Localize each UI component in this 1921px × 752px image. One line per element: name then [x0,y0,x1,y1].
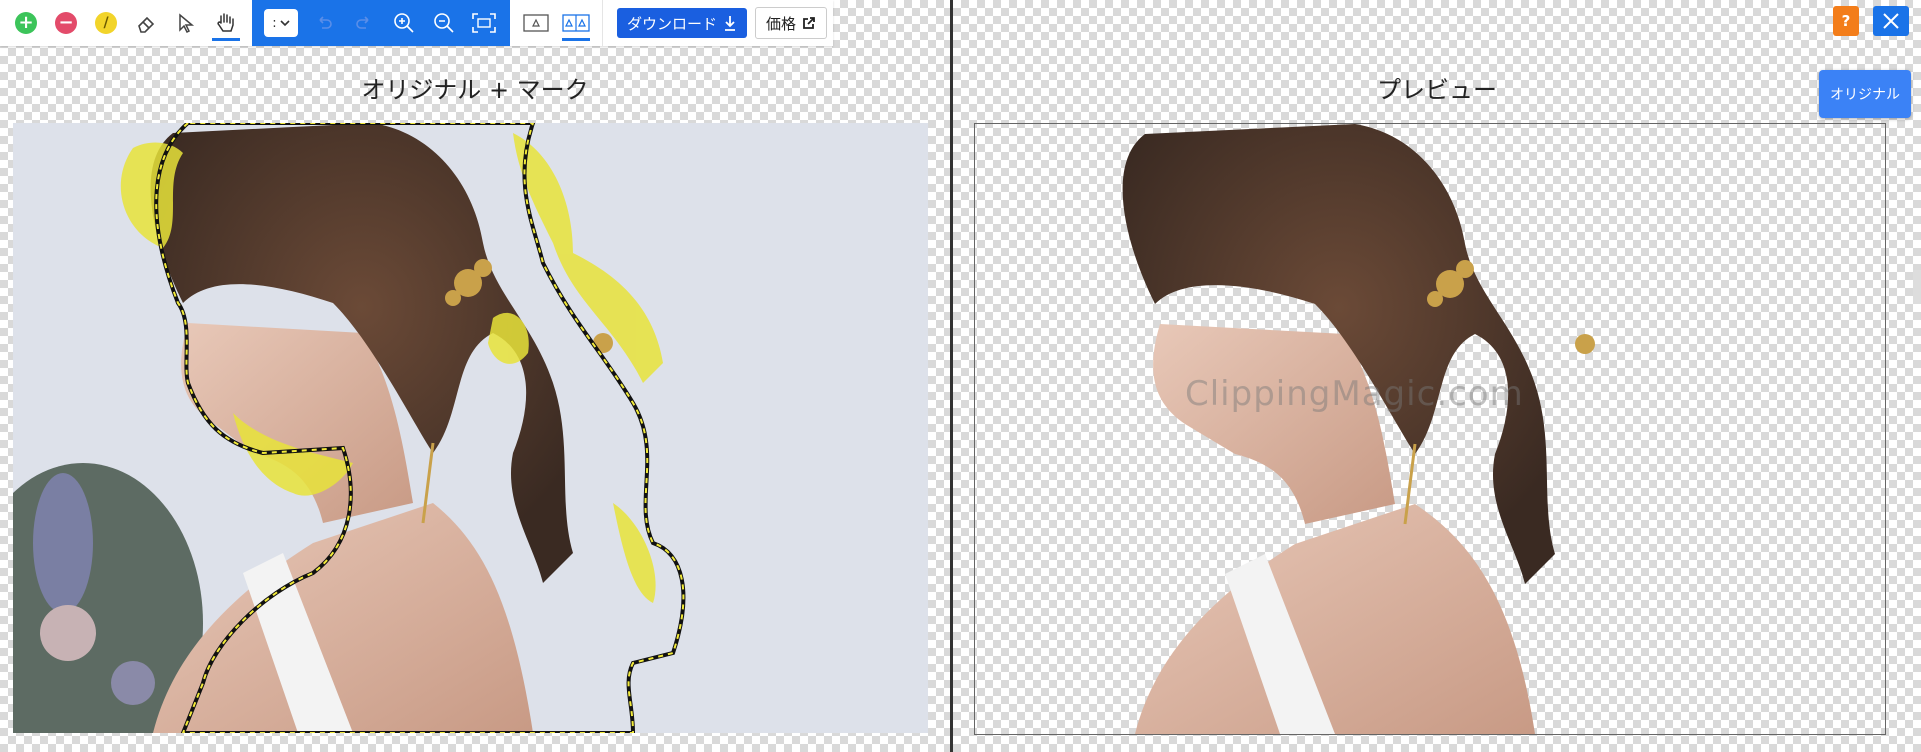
fit-screen-button[interactable] [464,3,504,43]
download-icon [725,16,736,31]
external-link-icon [803,17,815,29]
original-photo [13,123,928,733]
keep-brush-button[interactable]: + [6,3,46,43]
arrow-cursor-icon [179,13,195,34]
zoom-in-icon [394,13,414,33]
slash-circle-icon: / [95,12,117,34]
close-icon [1883,13,1899,29]
original-pane-title: オリジナル + マーク [361,76,589,104]
toolbar: + − /: ダウンロード 価格 [0,0,834,46]
tool-group: + − / [0,0,252,46]
single-view-icon [523,14,549,32]
pan-button[interactable] [206,3,246,43]
price-button[interactable]: 価格 [755,7,828,39]
help-button[interactable]: ? [1833,6,1859,36]
brush-size-select[interactable]: : [264,9,298,37]
brush-size-value: : [272,15,277,31]
price-label: 価格 [766,14,797,33]
preview-canvas[interactable]: ClippingMagic.com [974,123,1886,735]
show-original-button[interactable]: オリジナル [1819,70,1911,118]
preview-photo [1122,124,1595,734]
view-group [510,0,602,46]
redo-button[interactable] [344,3,384,43]
undo-button[interactable] [304,3,344,43]
zoom-in-button[interactable] [384,3,424,43]
minus-circle-icon: − [55,12,77,34]
action-group: ダウンロード 価格 [603,0,833,46]
original-pane: + − /: ダウンロード 価格 オリジナル + マーク [0,0,950,752]
chevron-down-icon [280,20,290,27]
hair-brush-button[interactable]: / [86,3,126,43]
split-view-icon [562,14,590,32]
edit-group: : [252,0,510,46]
download-button[interactable]: ダウンロード [617,8,748,38]
redo-icon [356,16,369,29]
zoom-out-button[interactable] [424,3,464,43]
preview-pane-title: プレビュー [1377,76,1497,104]
hand-icon [217,13,234,32]
remove-brush-button[interactable]: − [46,3,86,43]
original-image-canvas[interactable] [13,123,928,733]
split-view-button[interactable] [556,3,596,43]
preview-pane: プレビュー ClippingMagic.com ? オリジナル [953,0,1921,752]
plus-circle-icon: + [15,12,37,34]
eraser-button[interactable] [126,3,166,43]
download-label: ダウンロード [627,14,718,33]
select-button[interactable] [166,3,206,43]
close-button[interactable] [1873,6,1909,36]
undo-icon [319,16,332,29]
scroll-handle[interactable] [1913,270,1921,304]
watermark: ClippingMagic.com [1185,374,1524,414]
eraser-icon [138,16,155,33]
zoom-out-icon [434,13,454,33]
fit-screen-icon [472,13,496,33]
single-view-button[interactable] [516,3,556,43]
